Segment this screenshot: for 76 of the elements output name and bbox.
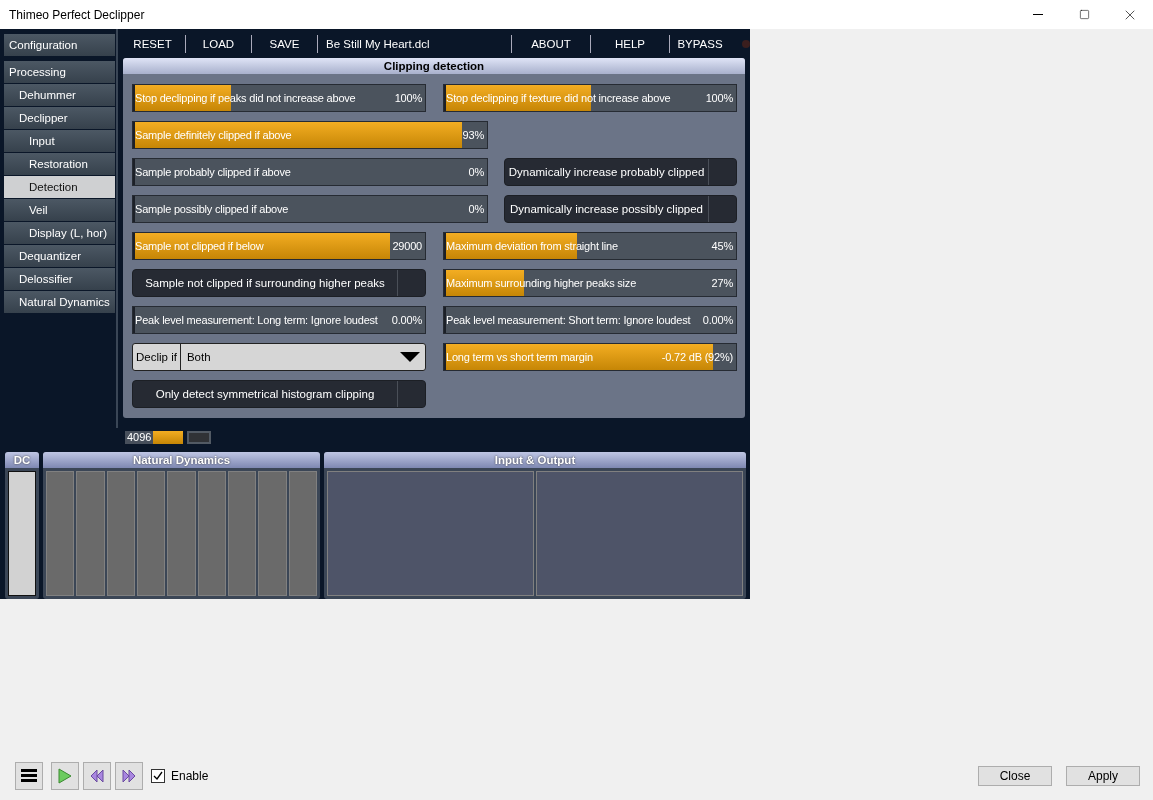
sidebar-item[interactable]: Processing	[4, 61, 115, 83]
rewind-icon	[90, 768, 104, 783]
sidebar-item[interactable]: Restoration	[4, 153, 115, 175]
sidebar-item[interactable]: Declipper	[4, 107, 115, 129]
sidebar-item[interactable]: Dehummer	[4, 84, 115, 106]
sidebar-item[interactable]: Display (L, hor)	[4, 222, 115, 244]
sidebar-item[interactable]: Dequantizer	[4, 245, 115, 267]
slider[interactable]: Sample not clipped if below 29000	[132, 232, 426, 260]
toggle-label: Only detect symmetrical histogram clipping	[154, 388, 376, 400]
panel-title: Clipping detection	[123, 58, 745, 74]
slider-value: 93%	[462, 129, 484, 141]
toolbar-button[interactable]: ABOUT	[512, 34, 591, 53]
dropdown-value: Both	[185, 351, 212, 363]
slider[interactable]: Sample possibly clipped if above 0%	[132, 195, 488, 223]
preset-name: Be Still My Heart.dcl	[318, 34, 512, 53]
sidebar-item[interactable]: Delossifier	[4, 268, 115, 290]
sidebar-item[interactable]: Detection	[4, 176, 115, 198]
block-size-bar	[153, 431, 184, 444]
block-size: 4096	[125, 431, 154, 444]
checkbox-label: Enable	[171, 768, 209, 783]
fast-forward-icon	[122, 768, 136, 783]
maximize-icon	[1078, 9, 1090, 20]
slider[interactable]: Peak level measurement: Short term: Ignore loudest 0.00%	[443, 306, 737, 334]
slider-label: Peak level measurement: Long term: Ignore loudest	[135, 314, 378, 326]
toggle-label: Dynamically increase probably clipped	[507, 166, 706, 178]
sidebar-item[interactable]: Veil	[4, 199, 115, 221]
slider-label: Long term vs short term margin	[446, 351, 593, 363]
play-icon	[58, 767, 72, 784]
caret-icon	[400, 352, 420, 362]
slider-value: 100%	[705, 92, 733, 104]
indicator-box	[187, 431, 212, 444]
slider-label: Sample probably clipped if above	[135, 166, 291, 178]
slider-value: 0.00%	[391, 314, 422, 326]
sidebar-item[interactable]: Natural Dynamics	[4, 291, 115, 313]
window-title: Thimeo Perfect Declipper	[9, 7, 146, 22]
slider-value: 29000	[392, 240, 422, 252]
panel-title: Natural Dynamics	[43, 451, 320, 468]
slider-label: Sample not clipped if below	[135, 240, 264, 252]
slider-value: 100%	[394, 92, 422, 104]
sidebar-item[interactable]: Configuration	[4, 34, 115, 56]
toggle-button[interactable]: Dynamically increase possibly clipped	[504, 195, 737, 223]
slider-label: Sample possibly clipped if above	[135, 203, 289, 215]
play-button[interactable]	[51, 761, 79, 790]
slider-label: Sample definitely clipped if above	[135, 129, 292, 141]
toolbar-button[interactable]: HELP	[591, 34, 670, 53]
rewind-button[interactable]	[83, 761, 111, 790]
dialog-button[interactable]: Close	[978, 765, 1052, 786]
minimize-icon	[1033, 14, 1043, 15]
toolbar-button[interactable]: LOAD	[186, 34, 252, 53]
fast-forward-button[interactable]	[115, 761, 143, 790]
toggle-button[interactable]: Sample not clipped if surrounding higher peaks	[132, 269, 426, 297]
slider-value: 27%	[711, 277, 733, 289]
dropdown[interactable]: Declip if Both	[132, 343, 426, 371]
panel-title: DC	[5, 451, 39, 468]
menu-button[interactable]	[15, 761, 43, 790]
slider[interactable]: Sample probably clipped if above 0%	[132, 158, 488, 186]
toggle-label: Dynamically increase possibly clipped	[509, 203, 704, 215]
slider-label: Peak level measurement: Short term: Ignore loudest	[446, 314, 691, 326]
sidebar-item[interactable]: Input	[4, 130, 115, 152]
panel-title: Input & Output	[324, 451, 746, 468]
dropdown-label: Declip if	[133, 344, 181, 370]
toolbar-button[interactable]: BYPASS	[670, 34, 730, 53]
toolbar-button[interactable]: RESET	[120, 34, 186, 53]
slider-value: 0%	[468, 166, 484, 178]
toggle-label: Sample not clipped if surrounding higher peaks	[144, 277, 386, 289]
dialog-button[interactable]: Apply	[1066, 765, 1140, 786]
slider[interactable]: Sample definitely clipped if above 93%	[132, 121, 488, 149]
menu-icon	[21, 769, 37, 782]
toggle-button[interactable]: Dynamically increase probably clipped	[504, 158, 737, 186]
slider[interactable]: Peak level measurement: Long term: Ignore loudest 0.00%	[132, 306, 426, 334]
toggle-button[interactable]: Only detect symmetrical histogram clipping	[132, 380, 426, 408]
slider-value: 45%	[711, 240, 733, 252]
toolbar-button[interactable]: SAVE	[252, 34, 318, 53]
slider-value: 0%	[468, 203, 484, 215]
slider-value: 0.00%	[702, 314, 733, 326]
enable-checkbox[interactable]	[151, 768, 165, 783]
